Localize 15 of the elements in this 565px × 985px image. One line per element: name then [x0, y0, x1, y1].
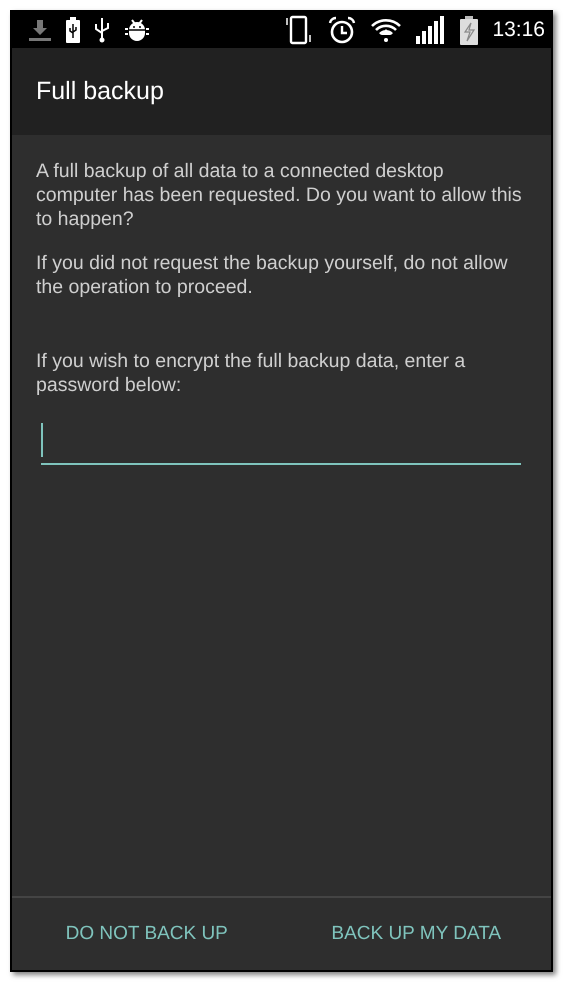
- message-text: If you wish to encrypt the full backup data, enter a password below:: [36, 349, 466, 397]
- signal-icon: [416, 16, 446, 44]
- message-text: If you did not request the backup yourself, do not allow the operation to proceed.: [36, 251, 509, 299]
- dialog-button[interactable]: DO NOT BACK UP: [12, 898, 282, 970]
- charging-battery-icon: [460, 16, 478, 44]
- battery-icon: [66, 17, 80, 43]
- dialog-button[interactable]: BACK UP MY DATA: [282, 898, 551, 970]
- download-icon: [28, 18, 52, 42]
- clock-time: 13:16: [492, 18, 545, 42]
- wifi-icon: [370, 17, 402, 43]
- bug-icon: [124, 17, 150, 43]
- dialog-title: Full backup: [36, 77, 164, 106]
- message-text: A full backup of all data to a connected desktop computer has been requested. Do you want to allow this to happen?: [36, 159, 523, 231]
- alarm-icon: [328, 16, 356, 44]
- usb-icon: [94, 17, 110, 43]
